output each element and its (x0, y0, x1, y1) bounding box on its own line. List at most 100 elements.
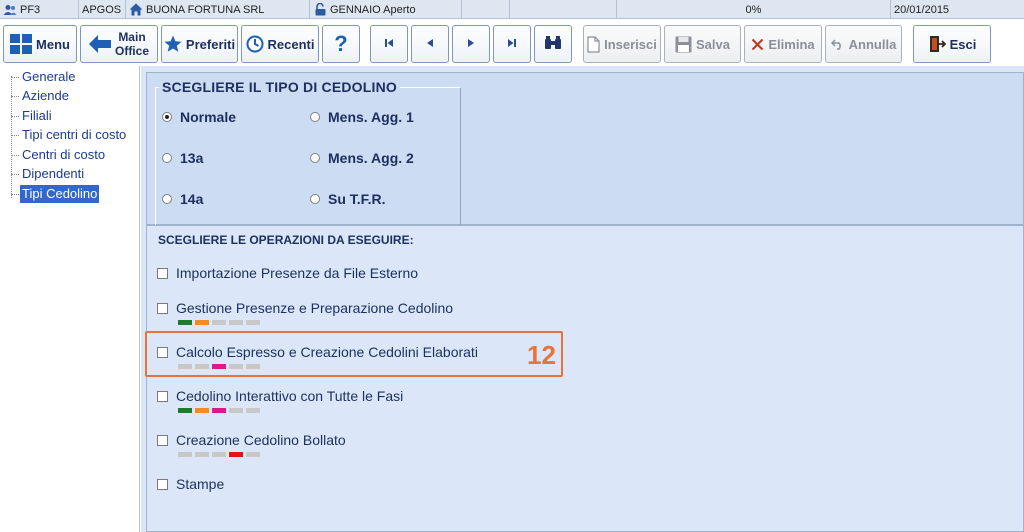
phase-3 (212, 408, 226, 413)
sidebar-item-tipi-centri-di-costo[interactable]: Tipi centri di costo (20, 126, 128, 144)
recenti-button[interactable]: Recenti (241, 25, 319, 63)
callout-highlight-box (145, 331, 563, 377)
radio-mens-agg-2-label: Mens. Agg. 2 (328, 150, 414, 166)
toolbar: Menu Main Office Preferiti Recenti ? Ins… (0, 19, 1024, 66)
op-stampe-checkbox[interactable] (157, 478, 168, 490)
status-user-label: APGOS (82, 3, 122, 16)
salva-label: Salva (696, 36, 730, 52)
phase-indicator (178, 320, 260, 325)
radio-su-tfr-dot[interactable] (310, 194, 320, 204)
help-button[interactable]: ? (322, 25, 360, 63)
radio-normale-dot[interactable] (162, 112, 172, 122)
op-cedolino-bollato[interactable]: Creazione Cedolino Bollato (157, 432, 346, 448)
salva-button[interactable]: Salva (664, 25, 741, 63)
status-period: GENNAIO Aperto (310, 0, 462, 19)
status-progress-label: 0% (745, 3, 762, 16)
clock-icon (246, 35, 264, 53)
operations-panel: SCEGLIERE LE OPERAZIONI DA ESEGUIRE: Imp… (146, 225, 1024, 532)
radio-14a-dot[interactable] (162, 194, 172, 204)
status-date: 20/01/2015 (891, 0, 1024, 19)
op-cedolino-interattivo[interactable]: Cedolino Interattivo con Tutte le Fasi (157, 388, 403, 404)
tree-connector (11, 76, 12, 198)
floppy-disk-icon (675, 36, 692, 53)
last-record-icon (507, 38, 517, 50)
sidebar-tree: Generale Aziende Filiali Tipi centri di … (0, 66, 140, 532)
op-stampe[interactable]: Stampe (157, 476, 224, 492)
radio-normale[interactable]: Normale (162, 109, 236, 125)
op-stampe-label: Stampe (176, 476, 225, 492)
radio-13a-label: 13a (180, 150, 204, 166)
main-office-button[interactable]: Main Office (80, 25, 158, 63)
op-importazione-presenze-checkbox[interactable] (157, 267, 168, 279)
op-importazione-presenze[interactable]: Importazione Presenze da File Esterno (157, 265, 418, 281)
lock-open-icon (313, 3, 327, 17)
op-cedolino-bollato-checkbox[interactable] (157, 434, 168, 446)
search-binoculars-button[interactable] (534, 25, 572, 63)
menu-button[interactable]: Menu (3, 25, 77, 63)
radio-su-tfr-label: Su T.F.R. (328, 191, 386, 207)
phase-4 (229, 408, 243, 413)
status-progress: 0% (617, 0, 891, 19)
new-document-icon (587, 35, 600, 53)
undo-icon (830, 38, 845, 50)
op-cedolino-bollato-label: Creazione Cedolino Bollato (176, 432, 346, 448)
phase-5 (246, 408, 260, 413)
recenti-label: Recenti (267, 36, 315, 52)
previous-record-icon (426, 38, 434, 50)
radio-14a-label: 14a (180, 191, 204, 207)
esci-button[interactable]: Esci (913, 25, 991, 63)
previous-record-button[interactable] (411, 25, 449, 63)
exit-door-icon (928, 35, 946, 53)
binoculars-icon (544, 35, 562, 54)
next-record-button[interactable] (452, 25, 490, 63)
tree-connector (11, 77, 19, 78)
tree-connector (11, 135, 19, 136)
radio-13a-dot[interactable] (162, 153, 172, 163)
tiles-icon (10, 34, 33, 54)
tree-connector (11, 174, 19, 175)
radio-mens-agg-1[interactable]: Mens. Agg. 1 (310, 109, 414, 125)
annulla-button[interactable]: Annulla (825, 25, 902, 63)
phase-1 (178, 408, 192, 413)
sidebar-item-centri-di-costo[interactable]: Centri di costo (20, 146, 107, 164)
status-user: APGOS (79, 0, 126, 19)
operations-title: SCEGLIERE LE OPERAZIONI DA ESEGUIRE: (158, 233, 414, 247)
radio-mens-agg-1-dot[interactable] (310, 112, 320, 122)
radio-su-tfr[interactable]: Su T.F.R. (310, 191, 386, 207)
tree-connector (11, 96, 19, 97)
phase-4 (229, 320, 243, 325)
op-cedolino-interattivo-label: Cedolino Interattivo con Tutte le Fasi (176, 388, 404, 404)
annulla-label: Annulla (848, 36, 897, 52)
op-gestione-presenze-checkbox[interactable] (157, 302, 168, 314)
status-empty-1 (462, 0, 510, 19)
sidebar-item-generale[interactable]: Generale (20, 68, 77, 86)
first-record-icon (384, 38, 394, 50)
op-gestione-presenze[interactable]: Gestione Presenze e Preparazione Cedolin… (157, 300, 453, 316)
sidebar-item-filiali[interactable]: Filiali (20, 107, 54, 125)
radio-mens-agg-2-dot[interactable] (310, 153, 320, 163)
sidebar-item-dipendenti[interactable]: Dipendenti (20, 165, 86, 183)
phase-2 (195, 452, 209, 457)
elimina-button[interactable]: Elimina (744, 25, 822, 63)
status-company-label: BUONA FORTUNA SRL (146, 3, 265, 16)
main-content: SCEGLIERE IL TIPO DI CEDOLINO Normale Me… (141, 66, 1024, 532)
radio-13a[interactable]: 13a (162, 150, 203, 166)
radio-normale-label: Normale (180, 109, 237, 125)
status-period-label: GENNAIO Aperto (330, 3, 416, 16)
first-record-button[interactable] (370, 25, 408, 63)
cedolino-type-title: SCEGLIERE IL TIPO DI CEDOLINO (159, 79, 401, 95)
last-record-button[interactable] (493, 25, 531, 63)
phase-1 (178, 452, 192, 457)
inserisci-button[interactable]: Inserisci (583, 25, 661, 63)
radio-mens-agg-2[interactable]: Mens. Agg. 2 (310, 150, 414, 166)
op-cedolino-interattivo-checkbox[interactable] (157, 390, 168, 402)
sidebar-item-tipi-cedolino[interactable]: Tipi Cedolino (20, 185, 100, 203)
phase-3 (212, 320, 226, 325)
preferiti-button[interactable]: Preferiti (161, 25, 238, 63)
sidebar-item-aziende[interactable]: Aziende (20, 87, 71, 105)
phase-5 (246, 452, 260, 457)
status-company: BUONA FORTUNA SRL (126, 0, 310, 19)
callout-number: 12 (527, 340, 556, 370)
radio-14a[interactable]: 14a (162, 191, 203, 207)
phase-indicator (178, 408, 260, 413)
